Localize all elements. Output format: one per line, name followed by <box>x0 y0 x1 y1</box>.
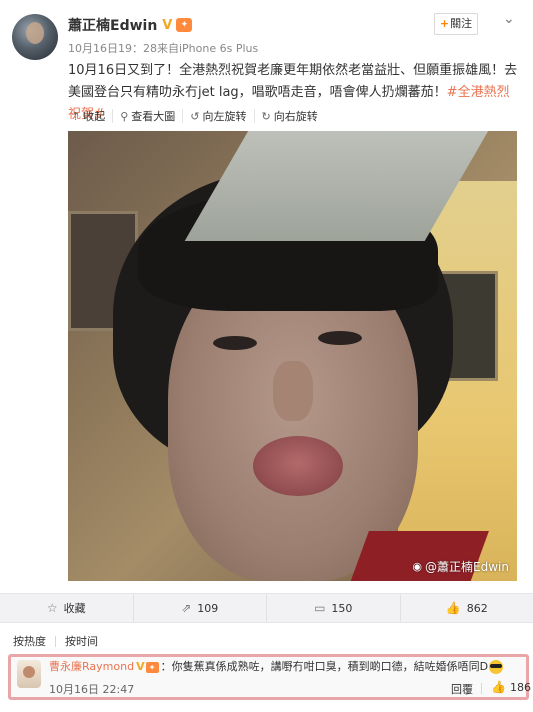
follow-label: 關注 <box>450 17 473 30</box>
rotate-left-label: 向左旋转 <box>202 110 247 123</box>
comment-count: 150 <box>331 601 353 615</box>
watermark-text: @蕭正楠Edwin <box>425 560 509 574</box>
sort-by-hot[interactable]: 按热度 <box>13 633 55 649</box>
star-icon: ☆ <box>46 601 58 615</box>
avatar[interactable] <box>12 14 58 60</box>
favorite-button[interactable]: ☆ 收藏 <box>0 594 133 622</box>
comment-sort: 按热度 按时间 <box>13 632 107 650</box>
commenter-name[interactable]: 曹永廉Raymond <box>49 660 134 673</box>
like-button[interactable]: 👍 862 <box>399 594 533 622</box>
member-level-icon: ✦ <box>176 18 193 32</box>
photo-eye <box>318 331 362 345</box>
sunglasses-emoji-icon <box>488 660 504 674</box>
comment-icon: ▭ <box>314 601 326 615</box>
comment-time: 10月16日 22:47 <box>49 683 135 696</box>
favorite-label: 收藏 <box>63 602 86 615</box>
sort-by-time[interactable]: 按时间 <box>56 633 107 649</box>
view-large-label: 查看大圖 <box>131 110 176 123</box>
thumbs-up-icon: 👍 <box>491 680 506 694</box>
rotate-left-icon: ↺ <box>190 109 200 123</box>
verified-badge: V <box>162 17 173 33</box>
repost-count: 109 <box>197 601 219 615</box>
post-header: 蕭正楠Edwin V ✦ 10月16日19：28来自iPhone 6s Plus… <box>0 0 533 60</box>
comment-like-button[interactable]: 👍 186 <box>491 680 531 694</box>
photo-watermark: ◉ @蕭正楠Edwin <box>412 558 509 575</box>
username-row: 蕭正楠Edwin V ✦ <box>68 14 193 36</box>
collapse-icon: ⇡ <box>71 109 81 123</box>
post-photo[interactable]: ◉ @蕭正楠Edwin <box>68 131 517 581</box>
comment-text: ：你隻蕉真係成熟咗，講嘢冇咁口臭，積到啲口德，結咗婚係唔同D <box>160 660 489 673</box>
rotate-right-button[interactable]: ↻ 向右旋转 <box>253 109 325 123</box>
post-meta: 10月16日19：28来自iPhone 6s Plus <box>68 42 259 55</box>
collapse-button[interactable]: ⇡ 收起 <box>68 109 112 124</box>
weibo-icon: ◉ <box>412 560 423 573</box>
verified-badge: V <box>136 660 145 673</box>
photo-toolbar: ⇡ 收起 ⚲ 查看大圖 ↺ 向左旋转 ↻ 向右旋转 <box>68 105 522 127</box>
comment-like-count: 186 <box>509 680 531 694</box>
plus-icon: + <box>439 17 450 30</box>
reply-button[interactable]: 回覆 <box>451 681 473 697</box>
collapse-label: 收起 <box>83 110 106 123</box>
view-large-button[interactable]: ⚲ 查看大圖 <box>112 109 182 123</box>
repost-button[interactable]: ⇗ 109 <box>132 594 267 622</box>
comment-button[interactable]: ▭ 150 <box>266 594 400 622</box>
comment-item: 曹永廉Raymond V ✦ ：你隻蕉真係成熟咗，講嘢冇咁口臭，積到啲口德，結咗婚係唔… <box>8 654 531 700</box>
follow-button[interactable]: +關注 <box>434 13 478 35</box>
member-level-icon: ✦ <box>145 661 159 673</box>
rotate-right-label: 向右旋转 <box>273 110 318 123</box>
chevron-down-icon[interactable]: ⌄ <box>503 11 515 27</box>
commenter-avatar[interactable] <box>17 660 41 688</box>
username[interactable]: 蕭正楠Edwin <box>68 15 157 35</box>
repost-icon: ⇗ <box>181 601 192 615</box>
photo-nose <box>273 361 313 421</box>
like-count: 862 <box>466 601 488 615</box>
zoom-icon: ⚲ <box>120 109 129 123</box>
rotate-left-button[interactable]: ↺ 向左旋转 <box>182 109 253 123</box>
divider <box>481 683 482 694</box>
rotate-right-icon: ↻ <box>261 109 271 123</box>
photo-eye <box>213 336 257 350</box>
thumbs-up-icon: 👍 <box>445 601 461 615</box>
action-bar: ☆ 收藏 ⇗ 109 ▭ 150 👍 862 <box>0 593 533 623</box>
comment-body: 曹永廉Raymond V ✦ ：你隻蕉真係成熟咗，講嘢冇咁口臭，積到啲口德，結咗婚係唔… <box>49 659 504 675</box>
photo-lips <box>253 436 343 496</box>
